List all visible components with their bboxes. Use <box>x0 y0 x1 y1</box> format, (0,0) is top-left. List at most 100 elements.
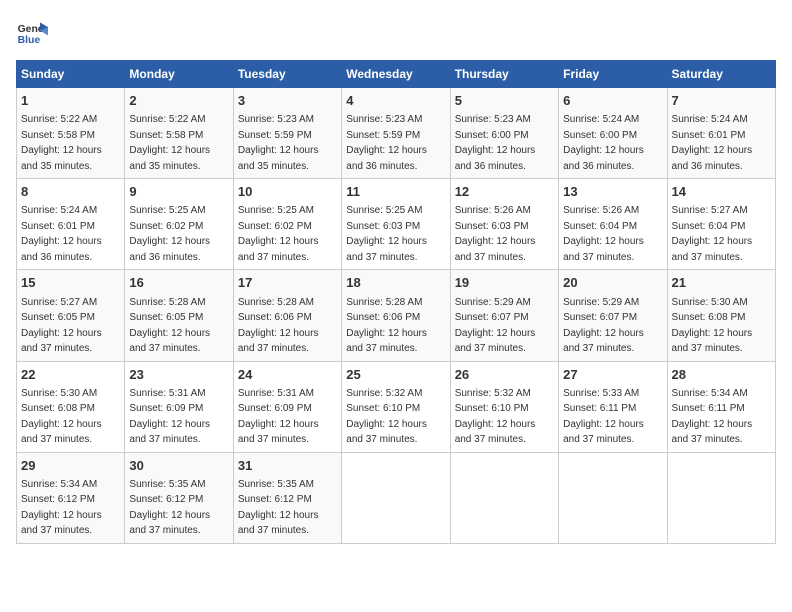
header-tuesday: Tuesday <box>233 61 341 88</box>
day-info: Sunrise: 5:28 AMSunset: 6:06 PMDaylight:… <box>346 297 427 355</box>
day-info: Sunrise: 5:26 AMSunset: 6:04 PMDaylight:… <box>563 205 644 263</box>
header-friday: Friday <box>559 61 667 88</box>
calendar-cell: 2 Sunrise: 5:22 AMSunset: 5:58 PMDaylight… <box>125 88 233 179</box>
day-number: 23 <box>129 366 228 384</box>
calendar-cell <box>667 452 775 543</box>
day-info: Sunrise: 5:29 AMSunset: 6:07 PMDaylight:… <box>455 297 536 355</box>
header-saturday: Saturday <box>667 61 775 88</box>
day-info: Sunrise: 5:30 AMSunset: 6:08 PMDaylight:… <box>672 297 753 355</box>
calendar-cell: 12 Sunrise: 5:26 AMSunset: 6:03 PMDayligh… <box>450 179 558 270</box>
calendar-cell <box>342 452 450 543</box>
day-info: Sunrise: 5:31 AMSunset: 6:09 PMDaylight:… <box>129 388 210 446</box>
calendar-cell: 4 Sunrise: 5:23 AMSunset: 5:59 PMDaylight… <box>342 88 450 179</box>
day-number: 6 <box>563 92 662 110</box>
day-number: 5 <box>455 92 554 110</box>
calendar-cell: 15 Sunrise: 5:27 AMSunset: 6:05 PMDayligh… <box>17 270 125 361</box>
calendar-cell: 16 Sunrise: 5:28 AMSunset: 6:05 PMDayligh… <box>125 270 233 361</box>
calendar-week-row: 8 Sunrise: 5:24 AMSunset: 6:01 PMDaylight… <box>17 179 776 270</box>
calendar-cell: 31 Sunrise: 5:35 AMSunset: 6:12 PMDayligh… <box>233 452 341 543</box>
calendar-cell <box>450 452 558 543</box>
calendar-cell: 7 Sunrise: 5:24 AMSunset: 6:01 PMDaylight… <box>667 88 775 179</box>
calendar-cell: 25Sunrise: 5:32 AMSunset: 6:10 PMDayligh… <box>342 361 450 452</box>
calendar-cell: 18Sunrise: 5:28 AMSunset: 6:06 PMDayligh… <box>342 270 450 361</box>
calendar-week-row: 29 Sunrise: 5:34 AMSunset: 6:12 PMDayligh… <box>17 452 776 543</box>
day-info: Sunrise: 5:26 AMSunset: 6:03 PMDaylight:… <box>455 205 536 263</box>
header-wednesday: Wednesday <box>342 61 450 88</box>
day-info: Sunrise: 5:23 AMSunset: 5:59 PMDaylight:… <box>346 114 427 172</box>
day-number: 8 <box>21 183 120 201</box>
calendar-cell: 30 Sunrise: 5:35 AMSunset: 6:12 PMDayligh… <box>125 452 233 543</box>
day-number: 14 <box>672 183 771 201</box>
calendar-cell: 11 Sunrise: 5:25 AMSunset: 6:03 PMDayligh… <box>342 179 450 270</box>
day-number: 11 <box>346 183 445 201</box>
calendar-cell: 29 Sunrise: 5:34 AMSunset: 6:12 PMDayligh… <box>17 452 125 543</box>
day-info: Sunrise: 5:35 AMSunset: 6:12 PMDaylight:… <box>238 479 319 537</box>
day-info: Sunrise: 5:23 AMSunset: 5:59 PMDaylight:… <box>238 114 319 172</box>
day-info: Sunrise: 5:30 AMSunset: 6:08 PMDaylight:… <box>21 388 102 446</box>
calendar-cell: 14 Sunrise: 5:27 AMSunset: 6:04 PMDayligh… <box>667 179 775 270</box>
day-info: Sunrise: 5:25 AMSunset: 6:02 PMDaylight:… <box>129 205 210 263</box>
day-info: Sunrise: 5:34 AMSunset: 6:12 PMDaylight:… <box>21 479 102 537</box>
header-thursday: Thursday <box>450 61 558 88</box>
day-number: 10 <box>238 183 337 201</box>
day-info: Sunrise: 5:33 AMSunset: 6:11 PMDaylight:… <box>563 388 644 446</box>
day-info: Sunrise: 5:25 AMSunset: 6:02 PMDaylight:… <box>238 205 319 263</box>
calendar-week-row: 15 Sunrise: 5:27 AMSunset: 6:05 PMDayligh… <box>17 270 776 361</box>
day-number: 1 <box>21 92 120 110</box>
calendar-table: SundayMondayTuesdayWednesdayThursdayFrid… <box>16 60 776 544</box>
calendar-cell: 13Sunrise: 5:26 AMSunset: 6:04 PMDayligh… <box>559 179 667 270</box>
calendar-cell: 1 Sunrise: 5:22 AMSunset: 5:58 PMDaylight… <box>17 88 125 179</box>
calendar-week-row: 22Sunrise: 5:30 AMSunset: 6:08 PMDayligh… <box>17 361 776 452</box>
logo-icon: General Blue <box>16 16 48 48</box>
header-sunday: Sunday <box>17 61 125 88</box>
day-number: 20 <box>563 274 662 292</box>
calendar-cell: 26Sunrise: 5:32 AMSunset: 6:10 PMDayligh… <box>450 361 558 452</box>
day-number: 19 <box>455 274 554 292</box>
page-header: General Blue <box>16 16 776 48</box>
calendar-cell: 27Sunrise: 5:33 AMSunset: 6:11 PMDayligh… <box>559 361 667 452</box>
calendar-cell: 24Sunrise: 5:31 AMSunset: 6:09 PMDayligh… <box>233 361 341 452</box>
day-info: Sunrise: 5:24 AMSunset: 6:01 PMDaylight:… <box>21 205 102 263</box>
calendar-cell: 6Sunrise: 5:24 AMSunset: 6:00 PMDaylight… <box>559 88 667 179</box>
svg-text:Blue: Blue <box>18 35 41 46</box>
day-number: 21 <box>672 274 771 292</box>
calendar-header-row: SundayMondayTuesdayWednesdayThursdayFrid… <box>17 61 776 88</box>
day-number: 31 <box>238 457 337 475</box>
day-number: 16 <box>129 274 228 292</box>
day-number: 4 <box>346 92 445 110</box>
day-info: Sunrise: 5:29 AMSunset: 6:07 PMDaylight:… <box>563 297 644 355</box>
calendar-cell: 19 Sunrise: 5:29 AMSunset: 6:07 PMDayligh… <box>450 270 558 361</box>
day-info: Sunrise: 5:24 AMSunset: 6:01 PMDaylight:… <box>672 114 753 172</box>
day-number: 3 <box>238 92 337 110</box>
calendar-cell: 10 Sunrise: 5:25 AMSunset: 6:02 PMDayligh… <box>233 179 341 270</box>
day-info: Sunrise: 5:22 AMSunset: 5:58 PMDaylight:… <box>21 114 102 172</box>
calendar-cell: 28Sunrise: 5:34 AMSunset: 6:11 PMDayligh… <box>667 361 775 452</box>
calendar-cell: 9 Sunrise: 5:25 AMSunset: 6:02 PMDaylight… <box>125 179 233 270</box>
header-monday: Monday <box>125 61 233 88</box>
day-info: Sunrise: 5:32 AMSunset: 6:10 PMDaylight:… <box>455 388 536 446</box>
day-number: 9 <box>129 183 228 201</box>
day-info: Sunrise: 5:28 AMSunset: 6:05 PMDaylight:… <box>129 297 210 355</box>
day-number: 28 <box>672 366 771 384</box>
day-number: 24 <box>238 366 337 384</box>
day-number: 29 <box>21 457 120 475</box>
calendar-cell: 8 Sunrise: 5:24 AMSunset: 6:01 PMDaylight… <box>17 179 125 270</box>
calendar-cell: 17Sunrise: 5:28 AMSunset: 6:06 PMDayligh… <box>233 270 341 361</box>
day-number: 15 <box>21 274 120 292</box>
calendar-week-row: 1 Sunrise: 5:22 AMSunset: 5:58 PMDaylight… <box>17 88 776 179</box>
day-info: Sunrise: 5:22 AMSunset: 5:58 PMDaylight:… <box>129 114 210 172</box>
day-number: 2 <box>129 92 228 110</box>
calendar-cell: 5 Sunrise: 5:23 AMSunset: 6:00 PMDaylight… <box>450 88 558 179</box>
day-number: 30 <box>129 457 228 475</box>
calendar-cell <box>559 452 667 543</box>
day-info: Sunrise: 5:27 AMSunset: 6:05 PMDaylight:… <box>21 297 102 355</box>
day-number: 7 <box>672 92 771 110</box>
calendar-cell: 20 Sunrise: 5:29 AMSunset: 6:07 PMDayligh… <box>559 270 667 361</box>
day-info: Sunrise: 5:27 AMSunset: 6:04 PMDaylight:… <box>672 205 753 263</box>
calendar-cell: 22Sunrise: 5:30 AMSunset: 6:08 PMDayligh… <box>17 361 125 452</box>
calendar-cell: 3 Sunrise: 5:23 AMSunset: 5:59 PMDaylight… <box>233 88 341 179</box>
day-info: Sunrise: 5:35 AMSunset: 6:12 PMDaylight:… <box>129 479 210 537</box>
day-info: Sunrise: 5:23 AMSunset: 6:00 PMDaylight:… <box>455 114 536 172</box>
day-number: 12 <box>455 183 554 201</box>
day-info: Sunrise: 5:25 AMSunset: 6:03 PMDaylight:… <box>346 205 427 263</box>
